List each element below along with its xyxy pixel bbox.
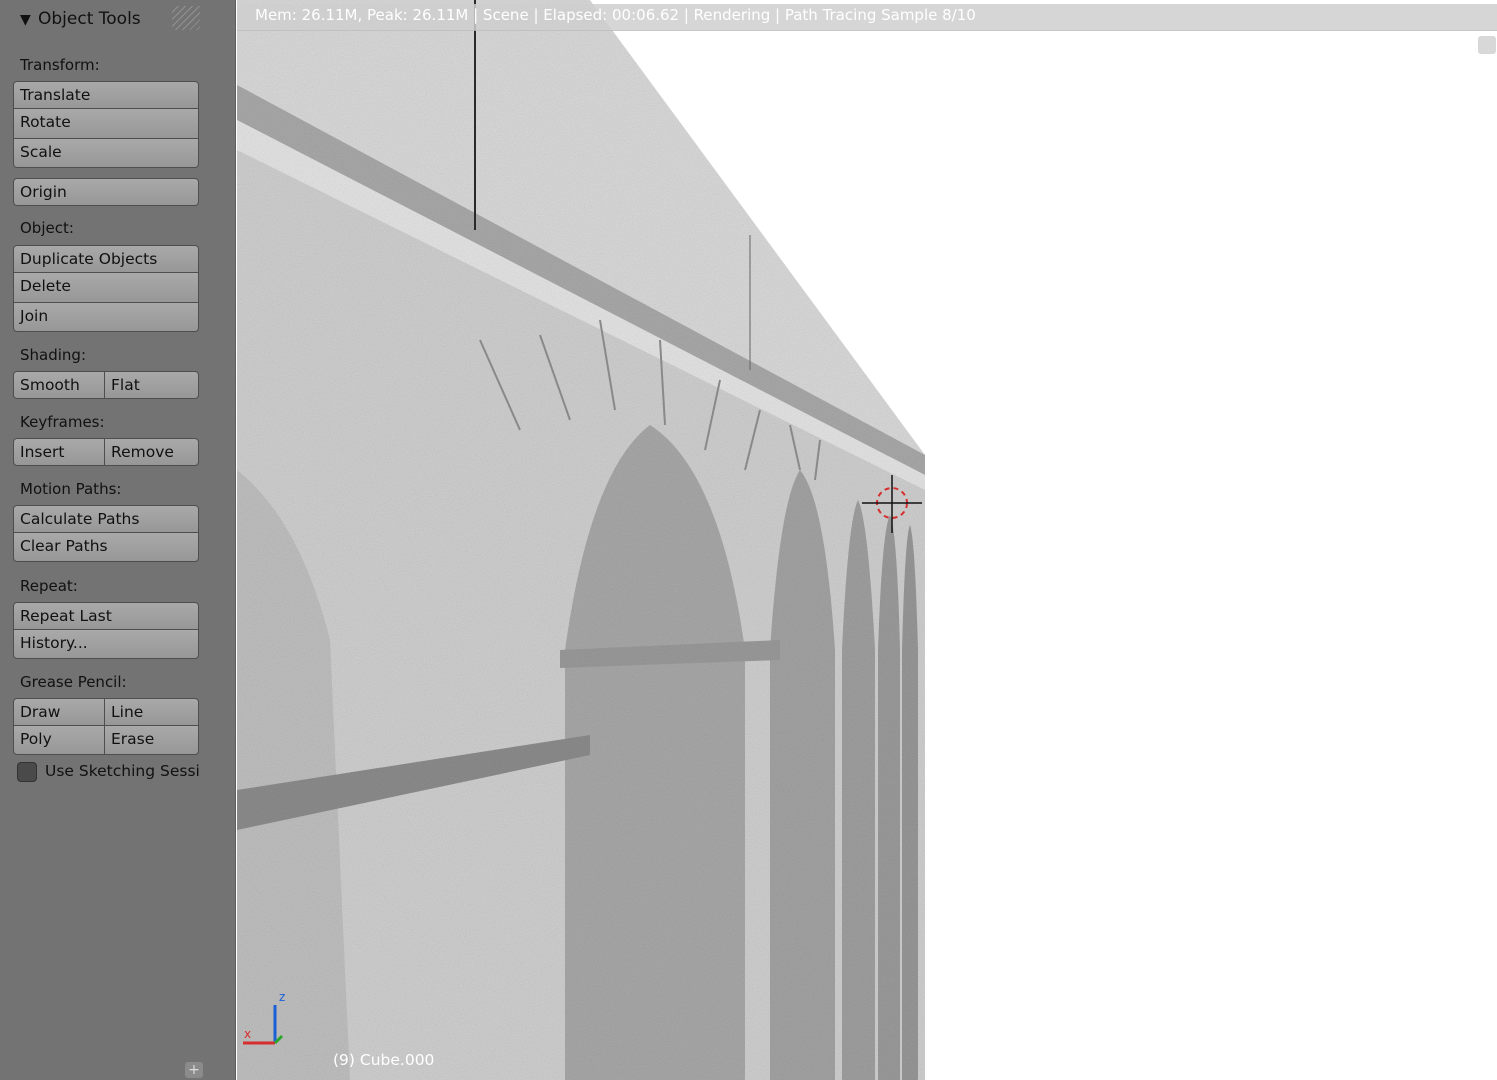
section-label-object: Object: (20, 219, 74, 237)
section-label-keyframes: Keyframes: (20, 413, 105, 431)
axis-z-label: z (279, 990, 286, 1004)
smooth-button[interactable]: Smooth (13, 371, 105, 399)
calculate-paths-button[interactable]: Calculate Paths (13, 505, 199, 533)
erase-button[interactable]: Erase (105, 726, 199, 755)
duplicate-objects-button[interactable]: Duplicate Objects (13, 245, 199, 273)
poly-button[interactable]: Poly (13, 726, 105, 755)
remove-keyframe-button[interactable]: Remove (105, 438, 199, 466)
3d-viewport[interactable] (237, 0, 1497, 1080)
section-label-transform: Transform: (20, 56, 100, 74)
join-button[interactable]: Join (13, 303, 199, 332)
draw-button[interactable]: Draw (13, 698, 105, 726)
clear-paths-button[interactable]: Clear Paths (13, 533, 199, 562)
delete-button[interactable]: Delete (13, 273, 199, 303)
line-button[interactable]: Line (105, 698, 199, 726)
history-button[interactable]: History... (13, 630, 199, 659)
use-sketching-label: Use Sketching Sessi (45, 762, 200, 780)
viewport-corner-widget-icon[interactable] (1478, 36, 1496, 54)
axis-x-label: x (244, 1027, 252, 1041)
section-label-shading: Shading: (20, 346, 86, 364)
origin-button[interactable]: Origin (13, 178, 199, 206)
tool-shelf: ▼ Object Tools Transform: Translate Rota… (0, 0, 236, 1080)
section-label-motion-paths: Motion Paths: (20, 480, 122, 498)
flat-button[interactable]: Flat (105, 371, 199, 399)
rotate-button[interactable]: Rotate (13, 109, 199, 139)
section-label-repeat: Repeat: (20, 577, 78, 595)
translate-button[interactable]: Translate (13, 81, 199, 109)
insert-keyframe-button[interactable]: Insert (13, 438, 105, 466)
panel-header[interactable]: ▼ Object Tools (0, 0, 236, 40)
render-status-text: Mem: 26.11M, Peak: 26.11M | Scene | Elap… (255, 6, 976, 24)
use-sketching-checkbox[interactable] (17, 762, 37, 782)
panel-drag-grip-icon[interactable] (172, 6, 200, 30)
section-label-grease-pencil: Grease Pencil: (20, 673, 127, 691)
active-object-name: (9) Cube.000 (333, 1051, 435, 1069)
scale-button[interactable]: Scale (13, 139, 199, 168)
rendered-scene (237, 0, 1497, 1080)
repeat-last-button[interactable]: Repeat Last (13, 602, 199, 630)
panel-title: Object Tools (38, 9, 141, 29)
plus-icon[interactable]: + (185, 1062, 203, 1078)
collapse-triangle-icon[interactable]: ▼ (20, 12, 31, 28)
